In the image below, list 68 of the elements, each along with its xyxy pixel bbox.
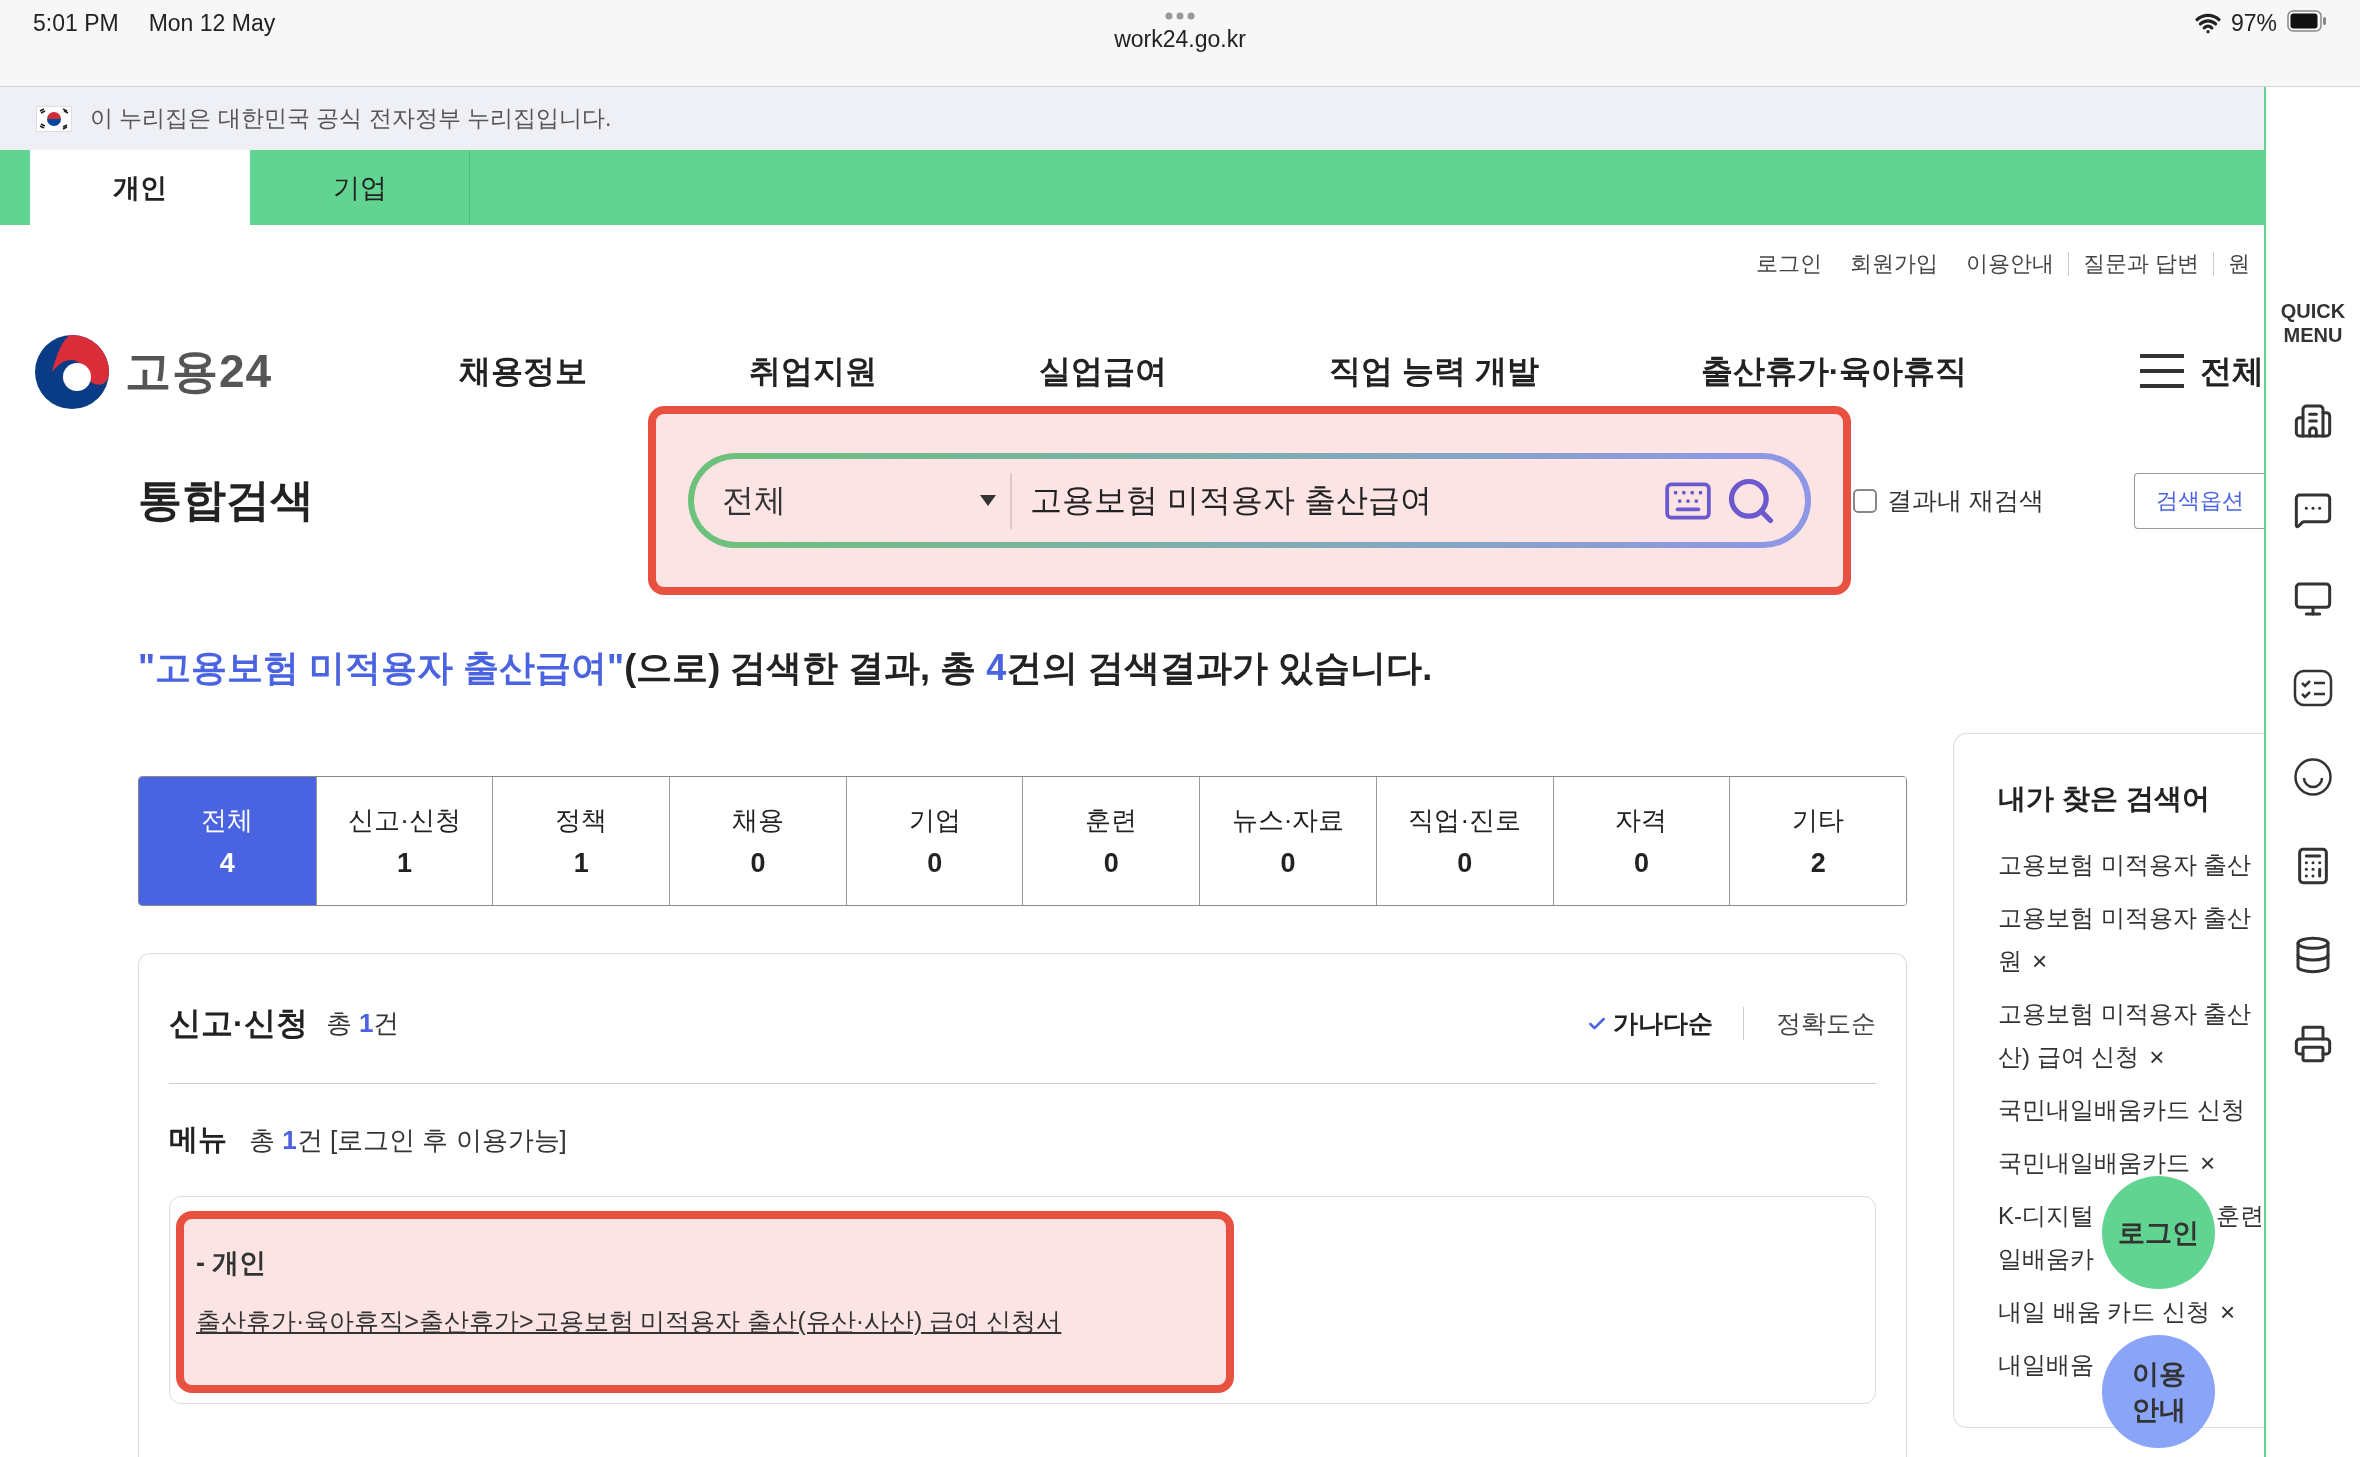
recent-search-text[interactable]: 고용보험 미적용자 출산	[1998, 850, 2252, 880]
dropdown-caret-icon	[980, 494, 996, 507]
search-options-button[interactable]: 검색옵션	[2134, 472, 2264, 529]
section-title: 신고·신청	[169, 1003, 308, 1043]
menu-title: 메뉴	[169, 1122, 227, 1157]
menu-icon	[2138, 353, 2186, 389]
utility-link[interactable]: 회원가입	[1835, 252, 1952, 276]
nav-item[interactable]: 취업지원	[749, 333, 877, 409]
nav-item[interactable]: 직업 능력 개발	[1329, 333, 1539, 409]
utility-link[interactable]: 질문과 답변	[2067, 252, 2213, 276]
banner-text: 이 누리집은 대한민국 공식 전자정부 누리집입니다.	[90, 104, 612, 133]
utility-link[interactable]: 로그인	[1741, 252, 1836, 276]
more-icon[interactable]	[1165, 12, 1195, 20]
nav-item[interactable]: 출산휴가·육아휴직	[1700, 333, 1968, 409]
checklist-button[interactable]	[2293, 668, 2333, 708]
audience-tab[interactable]: 기업	[250, 150, 470, 225]
recent-search-text[interactable]: 내일배움	[1998, 1350, 2094, 1380]
url-text[interactable]: work24.go.kr	[1114, 26, 1246, 53]
panel-title: 내가 찾은 검색어	[1998, 782, 2211, 816]
nav-item[interactable]: 채용정보	[459, 333, 587, 409]
checkbox-label: 결과내 재검색	[1887, 485, 2044, 516]
remove-button[interactable]: ×	[2210, 1296, 2236, 1328]
audience-tab[interactable]: 개인	[30, 150, 250, 225]
utility-link[interactable]: 이용안내	[1951, 252, 2068, 276]
category-tab[interactable]: 전체 4	[139, 777, 316, 905]
floating-button[interactable]: 이용안내	[2102, 1335, 2215, 1448]
recent-search-text[interactable]: 고용보험 미적용자 출산	[1998, 999, 2252, 1029]
sort-option[interactable]: 정확도순	[1743, 1007, 1876, 1040]
recent-search-text[interactable]: K-디지털	[1998, 1201, 2094, 1231]
page-title: 통합검색	[138, 474, 315, 526]
quick-menu-title: QUICK MENU	[2279, 299, 2347, 347]
utility-link[interactable]: 원	[2213, 252, 2264, 276]
result-summary: "고용보험 미적용자 출산급여"(으로) 검색한 결과, 총 4건의 검색결과가 있습니다.	[138, 646, 1434, 690]
recent-search-text[interactable]: 국민내일배움카드	[1998, 1148, 2190, 1178]
logo-icon	[33, 333, 111, 411]
remove-button[interactable]: ×	[2139, 1041, 2165, 1073]
recent-search-text[interactable]: 국민내일배움카드 신청	[1998, 1095, 2245, 1125]
nav-item[interactable]: 실업급여	[1039, 333, 1167, 409]
scope-dropdown[interactable]: 전체	[722, 472, 1012, 529]
checklist-icon	[2293, 668, 2333, 708]
result-link[interactable]: 출산휴가·육아휴직>출산휴가>고용보험 미적용자 출산(유산·사산) 급여 신청서	[196, 1305, 1214, 1338]
status-time: 5:01 PM	[33, 10, 119, 37]
status-date: Mon 12 May	[148, 10, 276, 37]
smile-button[interactable]	[2293, 757, 2333, 797]
logo-text: 고용24	[125, 344, 273, 399]
category-tab[interactable]: 기타 2	[1729, 777, 1906, 905]
battery-icon	[2287, 10, 2327, 32]
printer-button[interactable]	[2293, 1024, 2333, 1064]
recent-search-text[interactable]: 원	[1998, 946, 2022, 976]
smile-icon	[2293, 757, 2333, 797]
recent-search-text[interactable]: 일배움카	[1998, 1244, 2094, 1274]
flag-icon	[36, 105, 72, 132]
search-input[interactable]: 고용보험 미적용자 출산급여	[1028, 481, 1651, 520]
menu-count: 총 1건 [로그인 후 이용가능]	[249, 1123, 567, 1157]
checkbox[interactable]	[1853, 488, 1877, 513]
all-menu-button[interactable]: 전체	[2138, 333, 2264, 409]
recent-search-text[interactable]: 고용보험 미적용자 출산	[1998, 903, 2252, 933]
sort-option[interactable]: 가나다순	[1587, 1007, 1713, 1040]
recent-search-text[interactable]: 훈련	[2216, 1201, 2264, 1231]
battery-percent: 97%	[2230, 10, 2277, 37]
recent-search-text[interactable]: 산) 급여 신청	[1998, 1042, 2140, 1072]
floating-button[interactable]: 로그인	[2102, 1176, 2215, 1289]
logo[interactable]: 고용24	[33, 333, 459, 411]
result-count: 총 1건	[325, 1007, 400, 1040]
recent-search-text[interactable]: 내일 배움 카드 신청	[1998, 1297, 2210, 1327]
remove-button[interactable]: ×	[2190, 1147, 2216, 1179]
result-category: - 개인	[196, 1247, 268, 1280]
remove-button[interactable]: ×	[2022, 945, 2048, 977]
